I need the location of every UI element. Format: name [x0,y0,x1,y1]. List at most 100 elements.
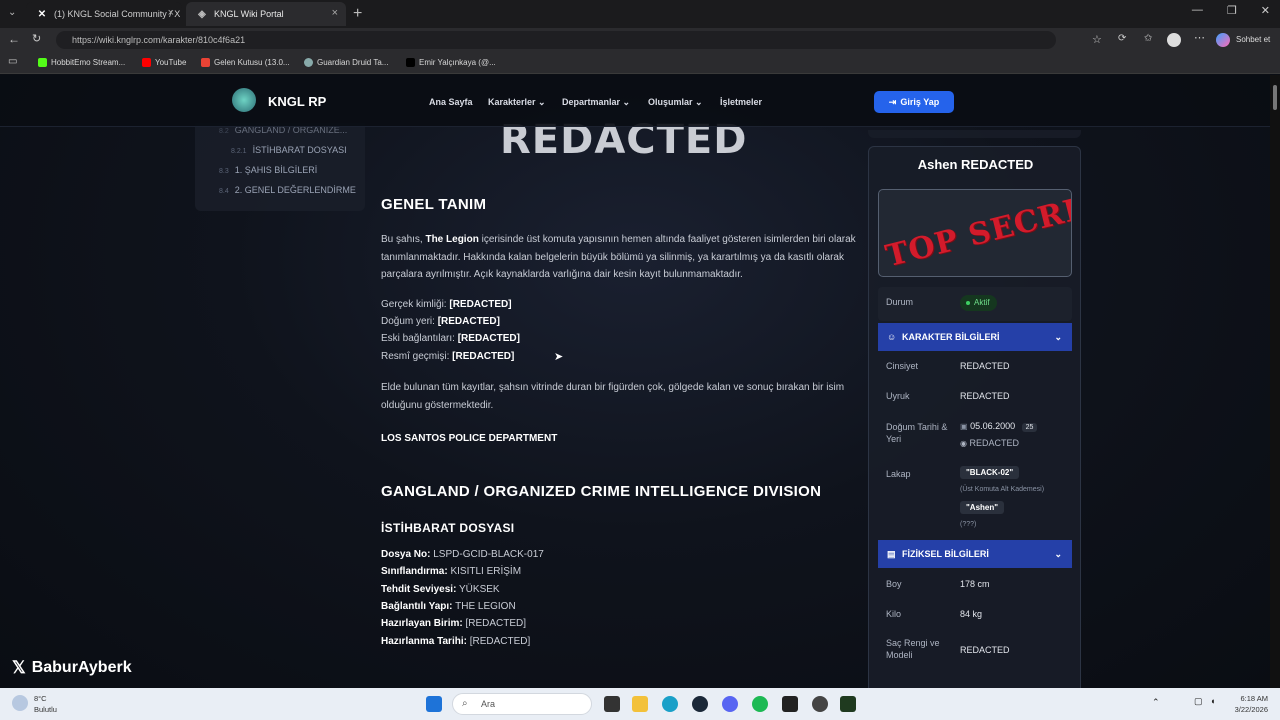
gmail-icon [201,58,210,67]
table-of-contents: 8.2 GANGLAND / ORGANIZE... 8.2.1 İSTİHBARA… [195,123,365,211]
section-character-info[interactable]: ☺ KARAKTER BİLGİLERİ ⌄ [878,323,1072,351]
nickname-chip: "BLACK-02" [960,466,1020,479]
game-app-icon[interactable] [812,696,828,712]
nav-departments[interactable]: Departmanlar ⌄ [562,97,630,108]
youtube-icon [142,58,151,67]
bookmark-guardian[interactable]: Guardian Druid Ta... [304,58,388,67]
star-icon[interactable]: ☆ [1092,33,1102,46]
search-icon: ⌕ [462,698,468,709]
extensions-icon[interactable]: ⟳ [1118,33,1126,44]
close-tab-icon[interactable]: × [168,7,174,19]
close-tab-icon[interactable]: × [332,7,338,19]
site-navbar: KNGL RP Ana Sayfa Karakterler ⌄ Departma… [0,75,1270,127]
login-button[interactable]: ⇥ Giriş Yap [874,91,954,113]
minimize-icon[interactable]: — [1192,4,1203,17]
edge-icon[interactable] [662,696,678,712]
toc-item[interactable]: 8.3 1. ŞAHIS BİLGİLERİ [219,165,317,175]
cloud-icon [12,695,28,711]
bookmark-x[interactable]: Emir Yalçınkaya (@... [406,58,496,67]
site-icon: ◈ [198,8,206,20]
toc-item[interactable]: 8.4 2. GENEL DEĞERLENDİRME [219,185,356,195]
volume-icon[interactable]: ◖ [1210,696,1215,706]
tab-list-chevron-icon[interactable]: ⌄ [8,7,16,18]
copilot-icon[interactable] [1216,33,1230,47]
chevron-down-icon: ⌄ [622,97,631,107]
site-logo-icon[interactable] [232,88,256,112]
sidebar-toggle-icon[interactable]: ▭ [8,56,17,67]
file-explorer-icon[interactable] [632,696,648,712]
guardian-icon [304,58,313,67]
dossier-file-no: Dosya No: LSPD-GCID-BLACK-017 [381,549,544,560]
row-birth: Doğum Tarihi & Yeri ▣ 05.06.2000 25 ◉ RE… [878,421,1072,461]
scrollbar-thumb[interactable] [1273,85,1277,110]
site-brand[interactable]: KNGL RP [268,94,326,109]
genel-tanim-heading: GENEL TANIM [381,196,487,213]
row-hair: Saç Rengi ve Modeli REDACTED [886,638,1010,660]
bookmark-youtube[interactable]: YouTube [142,58,186,67]
status-badge: Aktif [960,295,997,311]
steam-icon[interactable] [692,696,708,712]
tab-kngl-wiki[interactable]: ◈ KNGL Wiki Portal × [186,2,346,26]
dossier-threat-level: Tehdit Seviyesi: YÜKSEK [381,584,500,595]
discord-icon[interactable] [722,696,738,712]
row-gender: Cinsiyet REDACTED [886,361,1010,371]
x-logo-icon: 𝕏 [12,658,26,677]
user-icon: ☺ [887,332,897,342]
close-window-icon[interactable]: ✕ [1261,4,1270,17]
address-bar-row: ← ↻ https://wiki.knglrp.com/karakter/810… [0,28,1280,52]
spotify-icon[interactable] [752,696,768,712]
menu-icon[interactable]: ⋯ [1194,31,1205,44]
browser-tab-bar: ⌄ ✕ (1) KNGL Social Community / X × ◈ KN… [0,0,1280,28]
section-physical-info[interactable]: ▤ FİZİKSEL BİLGİLERİ ⌄ [878,540,1072,568]
nav-organizations[interactable]: Oluşumlar ⌄ [648,97,703,108]
profile-icon[interactable] [1167,33,1181,47]
windows-start-icon[interactable] [426,696,442,712]
id-card-icon: ▤ [887,549,896,559]
dossier-prepared-date: Hazırlanma Tarihi: [REDACTED] [381,636,531,647]
card-top-remnant [868,130,1081,138]
reload-icon[interactable]: ↻ [32,32,41,45]
fact-birthplace: Doğum yeri: [REDACTED] [381,316,500,327]
taskbar-clock[interactable]: 6:18 AM 3/22/2026 [1235,693,1268,715]
nav-characters[interactable]: Karakterler ⌄ [488,97,546,108]
bookmark-hobbitemo[interactable]: HobbitEmo Stream... [38,58,125,67]
row-weight: Kilo 84 kg [886,609,983,619]
url-field[interactable]: https://wiki.knglrp.com/karakter/810c4f6… [56,31,1056,49]
terminal-icon[interactable] [782,696,798,712]
nav-businesses[interactable]: İşletmeler [720,97,762,107]
status-row: Durum Aktif [878,287,1072,321]
page-scrollbar[interactable] [1270,75,1280,688]
bookmark-gmail[interactable]: Gelen Kutusu (13.0... [201,58,290,67]
nav-home[interactable]: Ana Sayfa [429,97,473,107]
character-image: TOP SECRET [878,189,1072,277]
age-badge: 25 [1021,423,1038,432]
tab-label: (1) KNGL Social Community / X [54,9,181,19]
top-secret-stamp: TOP SECRET [882,189,1072,275]
character-card: Ashen REDACTED TOP SECRET Durum Aktif ☺ … [868,146,1081,688]
mouse-cursor-icon: ➤ [554,351,564,363]
network-icon[interactable]: ▢ [1194,696,1203,707]
chevron-down-icon: ⌄ [538,97,546,107]
tray-chevron-icon[interactable]: ⌃ [1152,697,1160,708]
row-nickname: Lakap "BLACK-02" (Üst Komuta Alt Kademes… [886,466,1045,528]
watermark: 𝕏 BaburAyberk [12,658,132,677]
x-logo-icon: ✕ [37,8,47,20]
closing-paragraph: Elde bulunan tüm kayıtlar, şahsın vitrin… [381,382,845,411]
windows-taskbar: 8°C Bulutlu ⌕ Ara ⌃ ▢ ◖ 6:18 AM 3/22/202… [0,688,1280,720]
kick-icon [38,58,47,67]
weather-widget[interactable]: 8°C Bulutlu [12,693,57,715]
toc-item[interactable]: 8.2.1 İSTİHBARAT DOSYASI [231,145,347,155]
new-tab-icon[interactable]: + [353,5,362,23]
location-icon: ◉ [960,439,967,448]
dossier-classification: Sınıflandırma: KISITLI ERİŞİM [381,566,522,577]
favorites-icon[interactable]: ✩ [1144,33,1152,44]
chat-button[interactable]: Sohbet et [1236,35,1270,44]
restore-icon[interactable]: ❐ [1227,4,1237,17]
tab-kngl-social[interactable]: ✕ (1) KNGL Social Community / X × [26,2,182,26]
x-logo-icon [406,58,415,67]
chevron-down-icon: ⌄ [695,97,703,107]
task-view-icon[interactable] [604,696,620,712]
taskbar-search[interactable]: ⌕ Ara [452,693,592,715]
media-app-icon[interactable] [840,696,856,712]
back-icon[interactable]: ← [8,32,20,46]
